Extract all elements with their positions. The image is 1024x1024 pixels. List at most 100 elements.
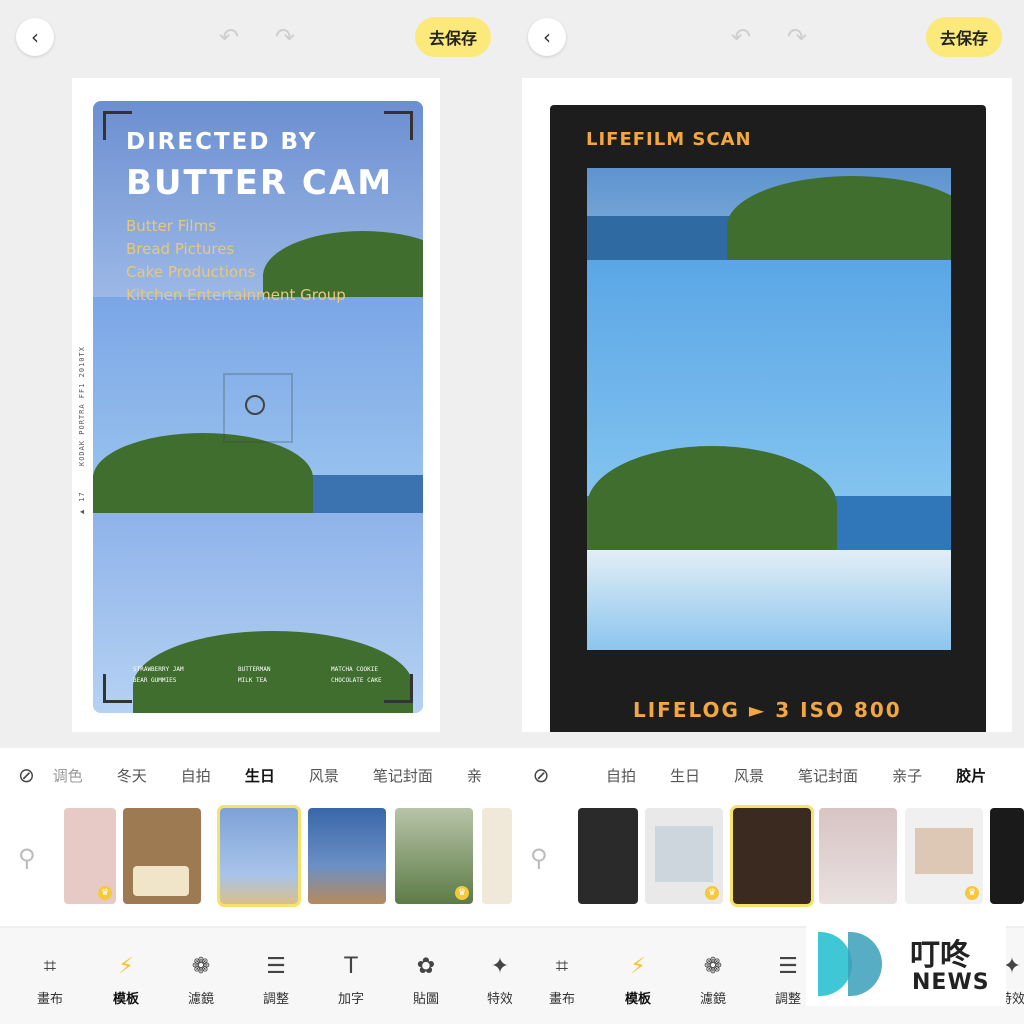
back-button[interactable]: ‹ xyxy=(528,18,566,56)
template-category-tabs: ⊘ 自拍 生日 风景 笔记封面 亲子 胶片 xyxy=(512,748,1024,802)
template-thumb[interactable] xyxy=(578,808,638,904)
template-thumbnails: ⚲ ♛ ♛ xyxy=(512,802,1024,926)
tab-selfie[interactable]: 自拍 xyxy=(181,765,211,786)
hill xyxy=(727,176,951,260)
tab-birthday[interactable]: 生日 xyxy=(245,765,275,786)
back-button[interactable]: ‹ xyxy=(16,18,54,56)
viewfinder-corner xyxy=(384,674,413,703)
search-icon[interactable]: ⚲ xyxy=(530,844,548,872)
poster-credit: Bread Pictures xyxy=(126,240,235,258)
redo-icon[interactable]: ↷ xyxy=(272,23,298,51)
tool-canvas[interactable]: ⌗ 畫布 xyxy=(20,954,80,1007)
premium-crown-icon: ♛ xyxy=(455,886,469,900)
film-template-image[interactable]: LIFEFILM SCAN LIFELOG ► 3 ISO 800 xyxy=(550,105,986,732)
tab-scenery[interactable]: 风景 xyxy=(309,765,339,786)
poster-footer-col2: BUTTERMAN MILK TEA xyxy=(238,666,271,684)
template-thumb[interactable]: ♛ xyxy=(905,808,983,904)
no-template-icon[interactable]: ⊘ xyxy=(530,763,552,787)
template-thumb[interactable]: ♛ xyxy=(395,808,473,904)
filter-icon: ❁ xyxy=(191,954,211,979)
film-header: LIFEFILM SCAN xyxy=(586,129,752,150)
tab-film[interactable]: 胶片 xyxy=(956,765,986,786)
template-thumb[interactable]: ♛ xyxy=(645,808,723,904)
search-icon[interactable]: ⚲ xyxy=(18,844,36,872)
template-thumb[interactable]: ♛ xyxy=(64,808,116,904)
tab-parent-child[interactable]: 亲子 xyxy=(892,765,922,786)
sticker-icon: ✿ xyxy=(416,954,436,979)
tool-label: 濾鏡 xyxy=(187,992,214,1007)
focus-icon xyxy=(245,395,265,415)
tab-parent-child[interactable]: 亲 xyxy=(467,765,482,786)
canvas-card: LIFEFILM SCAN LIFELOG ► 3 ISO 800 xyxy=(522,78,1012,732)
poster-footer-col3: MATCHA COOKIE CHOCOLATE CAKE xyxy=(331,666,382,684)
tool-template[interactable]: ⚡ 模板 xyxy=(608,954,668,1007)
poster-credit: Kitchen Entertainment Group xyxy=(126,286,346,304)
template-thumb[interactable] xyxy=(482,808,512,904)
template-category-tabs: ⊘ 调色 冬天 自拍 生日 风景 笔记封面 亲 xyxy=(0,748,512,802)
tool-adjust[interactable]: ☰ 調整 xyxy=(246,954,306,1007)
logo-shape xyxy=(818,932,852,996)
tool-filter[interactable]: ❁ 濾鏡 xyxy=(171,954,231,1007)
photo-frame-2 xyxy=(587,260,951,550)
left-editor-panel: ‹ ↶ ↷ 去保存 KODAK PORTRA FF1 2010TX ▶ 17 D… xyxy=(0,0,512,1024)
template-thumb-selected[interactable] xyxy=(217,805,301,907)
tab-scenery[interactable]: 风景 xyxy=(734,765,764,786)
poster-credit: Butter Films xyxy=(126,217,217,235)
poster-footer-col1: STRAWBERRY JAM BEAR GUMMIES xyxy=(133,666,184,684)
bottom-toolbar: ⌗ 畫布 ⚡ 模板 ❁ 濾鏡 ☰ 調整 T 加字 ✿ 貼圖 ✦ 特效 xyxy=(0,928,512,1024)
poster-image[interactable]: DIRECTED BY BUTTER CAM Butter Films Brea… xyxy=(93,101,423,713)
no-template-icon[interactable]: ⊘ xyxy=(18,763,35,787)
lightning-icon: ⚡ xyxy=(630,954,646,979)
tool-canvas[interactable]: ⌗ 畫布 xyxy=(532,954,592,1007)
watermark-brand-en: NEWS xyxy=(912,970,990,995)
undo-icon[interactable]: ↶ xyxy=(216,23,242,51)
filter-icon: ❁ xyxy=(703,954,723,979)
tool-label: 特效 xyxy=(486,992,512,1007)
tab-winter[interactable]: 冬天 xyxy=(117,765,147,786)
template-thumb[interactable] xyxy=(990,808,1024,904)
tool-template[interactable]: ⚡ 模板 xyxy=(96,954,156,1007)
photo-frame-2 xyxy=(93,297,423,513)
photo-frame-3 xyxy=(587,550,951,650)
template-thumb[interactable] xyxy=(123,808,201,904)
premium-crown-icon: ♛ xyxy=(965,886,979,900)
template-thumb-selected[interactable] xyxy=(730,805,814,907)
save-button[interactable]: 去保存 xyxy=(926,17,1003,57)
tool-label: 模板 xyxy=(624,992,651,1007)
tool-add-text[interactable]: T 加字 xyxy=(321,954,381,1007)
tool-filter[interactable]: ❁ 濾鏡 xyxy=(683,954,743,1007)
template-thumb[interactable] xyxy=(308,808,386,904)
text-icon: T xyxy=(344,954,358,979)
film-side-label: KODAK PORTRA FF1 2010TX xyxy=(78,346,86,466)
tab-selfie[interactable]: 自拍 xyxy=(606,765,636,786)
viewfinder-corner xyxy=(103,674,132,703)
tool-label: 濾鏡 xyxy=(699,992,726,1007)
premium-crown-icon: ♛ xyxy=(705,886,719,900)
poster-title-line2: BUTTER CAM xyxy=(126,163,394,203)
tab-adjust-color[interactable]: 调色 xyxy=(53,765,83,786)
canvas-card: KODAK PORTRA FF1 2010TX ▶ 17 DIRECTED BY… xyxy=(72,78,440,732)
tool-label: 模板 xyxy=(112,992,139,1007)
template-thumb[interactable] xyxy=(819,808,897,904)
photo xyxy=(655,826,713,882)
template-thumbnails: ⚲ ♛ ♛ xyxy=(0,802,512,926)
tool-sticker[interactable]: ✿ 貼圖 xyxy=(396,954,456,1007)
tool-label: 貼圖 xyxy=(412,992,439,1007)
crop-icon: ⌗ xyxy=(43,954,57,979)
poster-credit: Cake Productions xyxy=(126,263,256,281)
right-editor-panel: ‹ ↶ ↷ 去保存 LIFEFILM SCAN LIFELOG ► 3 ISO … xyxy=(512,0,1024,1024)
photo xyxy=(915,828,973,874)
undo-icon[interactable]: ↶ xyxy=(728,23,754,51)
tool-effects[interactable]: ✦ 特效 xyxy=(470,954,512,1007)
tool-label: 調整 xyxy=(262,992,289,1007)
tool-label: 畫布 xyxy=(548,992,575,1007)
tool-label: 加字 xyxy=(337,992,364,1007)
watermark-brand-cn: 叮咚 xyxy=(910,938,970,973)
save-button[interactable]: 去保存 xyxy=(415,17,492,57)
tab-birthday[interactable]: 生日 xyxy=(670,765,700,786)
tab-note-cover[interactable]: 笔记封面 xyxy=(373,765,433,786)
tab-note-cover[interactable]: 笔记封面 xyxy=(798,765,858,786)
sliders-icon: ☰ xyxy=(266,954,286,979)
photo-frame-1 xyxy=(587,168,951,260)
redo-icon[interactable]: ↷ xyxy=(784,23,810,51)
